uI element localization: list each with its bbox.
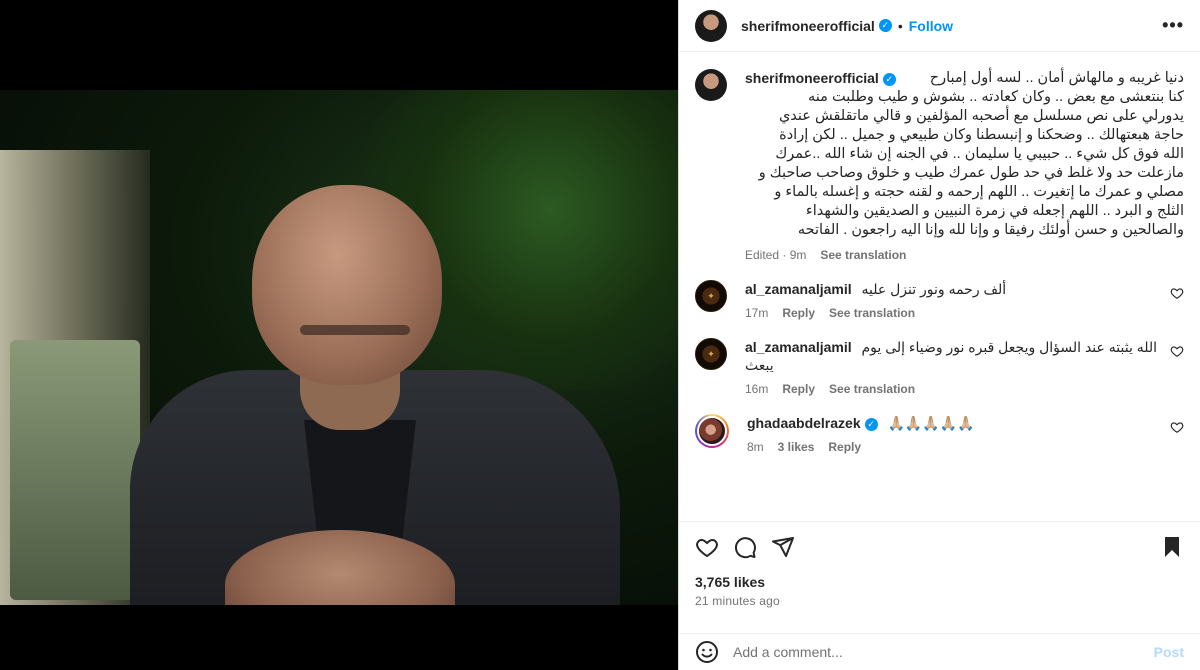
commenter-avatar-story-ring[interactable] — [695, 414, 729, 448]
photo-background-chair — [10, 340, 140, 600]
dot-separator: • — [897, 17, 903, 34]
see-translation-link[interactable]: See translation — [829, 382, 915, 396]
comment-item: ✦ al_zamanaljamil ألف رحمه ونور تنزل علي… — [695, 280, 1184, 320]
comment-item: ghadaabdelrazek ✓ 🙏🏼🙏🏼🙏🏼🙏🏼🙏🏼 8m 3 likes R… — [695, 414, 1184, 454]
likes-count[interactable]: 3,765 likes — [695, 574, 1184, 590]
caption-line: يدورلي على نص مسلسل مع أصحبه المؤلفين و … — [778, 108, 1184, 124]
comment-like-heart-icon[interactable] — [1170, 344, 1184, 358]
comment-body: al_zamanaljamil الله يثبته عند السؤال وي… — [745, 338, 1184, 396]
post-caption: sherifmoneerofficial ✓ دنيا غريبه و مالها… — [695, 69, 1184, 262]
caption-line: الثلج و البرد .. اللهم إجعله في زمرة الن… — [805, 203, 1184, 219]
comment-time: 8m — [747, 440, 764, 454]
comment-time: 16m — [745, 382, 769, 396]
emoji-icon[interactable] — [695, 640, 719, 664]
author-username[interactable]: sherifmoneerofficial — [741, 18, 875, 34]
action-icons — [695, 534, 1184, 560]
caption-line: الله فوق كل شيء .. حبيبي يا سليمان .. في… — [775, 146, 1184, 162]
verified-badge-icon: ✓ — [864, 418, 878, 431]
comment-text: ghadaabdelrazek ✓ 🙏🏼🙏🏼🙏🏼🙏🏼🙏🏼 — [747, 414, 1158, 432]
post-photo — [0, 90, 678, 605]
reply-button[interactable]: Reply — [782, 382, 815, 396]
photo-eyes — [300, 325, 410, 335]
caption-time: Edited · 9m — [745, 248, 807, 262]
caption-line: مازعلت حد ولا غلط في حد طول عمرك طيب و خ… — [758, 165, 1184, 181]
post-modal: sherifmoneerofficial ✓ • Follow ••• sher… — [0, 0, 1200, 670]
caption-text: sherifmoneerofficial ✓ دنيا غريبه و مالها… — [745, 69, 1184, 240]
comment-body: ghadaabdelrazek ✓ 🙏🏼🙏🏼🙏🏼🙏🏼🙏🏼 8m 3 likes R… — [747, 414, 1184, 454]
post-header: sherifmoneerofficial ✓ • Follow ••• — [679, 0, 1200, 52]
commenter-avatar[interactable]: ✦ — [695, 338, 727, 370]
author-avatar[interactable] — [695, 9, 727, 42]
commenter-username-text[interactable]: ghadaabdelrazek — [747, 415, 861, 431]
share-icon[interactable] — [771, 535, 795, 559]
caption-username[interactable]: sherifmoneerofficial ✓ — [745, 69, 896, 87]
reply-button[interactable]: Reply — [782, 306, 815, 320]
post-actions: 3,765 likes 21 minutes ago — [679, 521, 1200, 608]
comment-time: 17m — [745, 306, 769, 320]
photo-head — [252, 185, 442, 385]
post-side-panel: sherifmoneerofficial ✓ • Follow ••• sher… — [678, 0, 1200, 670]
commenter-username[interactable]: al_zamanaljamil — [745, 281, 852, 297]
comment-meta: 17m Reply See translation — [745, 306, 1158, 320]
caption-body: sherifmoneerofficial ✓ دنيا غريبه و مالها… — [745, 69, 1184, 262]
comment-text: al_zamanaljamil ألف رحمه ونور تنزل عليه — [745, 280, 1158, 298]
more-options-icon[interactable]: ••• — [1162, 15, 1184, 36]
add-comment-input[interactable] — [733, 644, 1154, 660]
verified-badge-icon: ✓ — [882, 73, 896, 86]
add-comment-bar: Post — [679, 633, 1200, 670]
see-translation-link[interactable]: See translation — [820, 248, 906, 262]
caption-meta: Edited · 9m See translation — [745, 248, 1184, 262]
verified-badge-icon: ✓ — [878, 19, 892, 32]
caption-author-avatar[interactable] — [695, 69, 727, 101]
commenter-avatar[interactable]: ✦ — [695, 280, 727, 312]
post-media[interactable] — [0, 0, 678, 670]
comments-list[interactable]: sherifmoneerofficial ✓ دنيا غريبه و مالها… — [679, 53, 1200, 521]
comment-content: 🙏🏼🙏🏼🙏🏼🙏🏼🙏🏼 — [887, 415, 975, 431]
caption-line: والصالحين و حسن أولئك رفيقا و وإنا لله و… — [797, 222, 1184, 238]
caption-line: حاجة هبعتهالك .. وضحكنا و إنبسطنا وكان ط… — [779, 127, 1184, 143]
comment-content: ألف رحمه ونور تنزل عليه — [861, 281, 1007, 297]
comment-meta: 8m 3 likes Reply — [747, 440, 1158, 454]
comment-text: al_zamanaljamil الله يثبته عند السؤال وي… — [745, 338, 1158, 374]
commenter-avatar[interactable] — [697, 416, 727, 446]
bookmark-icon[interactable] — [1160, 535, 1184, 559]
commenter-username[interactable]: al_zamanaljamil — [745, 339, 852, 355]
comment-item: ✦ al_zamanaljamil الله يثبته عند السؤال … — [695, 338, 1184, 396]
comment-icon[interactable] — [733, 535, 757, 559]
follow-button[interactable]: Follow — [909, 18, 953, 34]
caption-line: كنا بنتعشى مع بعض .. وكان كعادته .. بشوش… — [808, 89, 1184, 105]
see-translation-link[interactable]: See translation — [829, 306, 915, 320]
heart-icon[interactable] — [695, 535, 719, 559]
comment-body: al_zamanaljamil ألف رحمه ونور تنزل عليه … — [745, 280, 1184, 320]
comment-meta: 16m Reply See translation — [745, 382, 1158, 396]
caption-line: مصلي و عمرك ما إتغيرت .. اللهم إرحمه و ل… — [774, 184, 1184, 200]
commenter-username[interactable]: ghadaabdelrazek ✓ — [747, 415, 878, 431]
post-timestamp: 21 minutes ago — [695, 594, 780, 608]
caption-username-text[interactable]: sherifmoneerofficial — [745, 70, 879, 86]
comment-like-heart-icon[interactable] — [1170, 420, 1184, 434]
caption-body-text: دنيا غريبه و مالهاش أمان .. لسه أول إمبا… — [745, 69, 1184, 240]
post-comment-button[interactable]: Post — [1154, 644, 1184, 660]
reply-button[interactable]: Reply — [828, 440, 861, 454]
comment-like-heart-icon[interactable] — [1170, 286, 1184, 300]
comment-likes-count[interactable]: 3 likes — [778, 440, 815, 454]
